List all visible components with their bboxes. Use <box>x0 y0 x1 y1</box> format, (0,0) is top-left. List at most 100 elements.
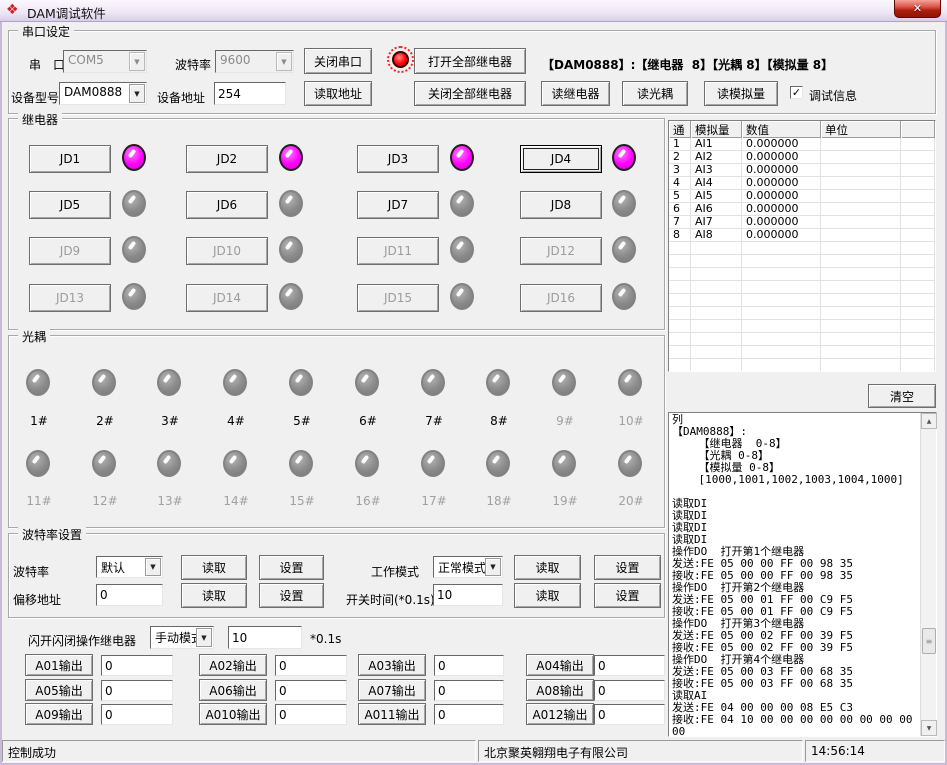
output-input-a05[interactable] <box>101 680 173 701</box>
scrollbar-thumb[interactable]: ≡ <box>922 628 936 654</box>
baud-set-select[interactable]: 默认 ▼ <box>96 556 163 578</box>
device-address-input[interactable] <box>214 82 286 105</box>
status-message: 控制成功 <box>2 740 476 762</box>
opto-label-2: 2# <box>85 414 125 428</box>
output-button-a05[interactable]: A05输出 <box>25 679 93 701</box>
analog-table[interactable]: 通 模拟量 数值 单位 1AI10.000000 2AI20.000000 3A… <box>668 120 936 372</box>
output-button-a011[interactable]: A011输出 <box>358 703 426 725</box>
switchtime-set-button[interactable]: 设置 <box>594 583 661 608</box>
relay-button-jd10[interactable]: JD10 <box>186 237 268 265</box>
output-input-a011[interactable] <box>434 704 504 725</box>
log-scrollbar[interactable]: ▲ ≡ ▼ <box>920 413 936 736</box>
relay-button-jd7[interactable]: JD7 <box>357 191 439 219</box>
flash-time-input[interactable] <box>228 626 302 649</box>
switch-time-input[interactable] <box>433 584 503 606</box>
output-button-a07[interactable]: A07输出 <box>358 679 426 701</box>
scroll-up-icon[interactable]: ▲ <box>921 413 937 429</box>
relay-button-jd9[interactable]: JD9 <box>29 237 111 265</box>
serial-group-title: 串口设定 <box>18 23 74 40</box>
output-input-a08[interactable] <box>594 680 665 701</box>
switchtime-read-button[interactable]: 读取 <box>514 583 581 608</box>
opto-label-3: 3# <box>150 414 190 428</box>
relay-led-jd6 <box>279 190 303 217</box>
workmode-read-button[interactable]: 读取 <box>514 555 581 580</box>
output-input-a012[interactable] <box>594 704 665 725</box>
relay-button-jd4[interactable]: JD4 <box>520 145 602 173</box>
relay-button-jd6[interactable]: JD6 <box>186 191 268 219</box>
table-row: 1AI10.000000 <box>669 138 935 151</box>
clear-log-button[interactable]: 清空 <box>868 384 936 408</box>
baud-set-label: 波特率 <box>13 563 49 580</box>
output-input-a010[interactable] <box>275 704 347 725</box>
relay-button-jd8[interactable]: JD8 <box>520 191 602 219</box>
read-analog-button[interactable]: 读模拟量 <box>704 81 778 106</box>
table-row-empty <box>669 255 935 268</box>
output-button-a02[interactable]: A02输出 <box>199 654 267 676</box>
output-button-a09[interactable]: A09输出 <box>25 703 93 725</box>
device-model-select[interactable]: DAM0888 ▼ <box>59 82 147 105</box>
output-input-a09[interactable] <box>101 704 173 725</box>
output-input-a06[interactable] <box>275 680 347 701</box>
opto-led-8 <box>486 369 510 396</box>
table-header: 通 模拟量 数值 单位 <box>669 121 935 138</box>
read-opto-button[interactable]: 读光耦 <box>622 81 688 106</box>
read-relays-button[interactable]: 读继电器 <box>541 81 610 106</box>
relay-button-jd1[interactable]: JD1 <box>29 145 111 173</box>
output-button-a08[interactable]: A08输出 <box>526 679 594 701</box>
output-input-a07[interactable] <box>434 680 504 701</box>
offset-address-input[interactable] <box>96 584 163 606</box>
device-address-label: 设备地址 <box>157 89 205 106</box>
device-model-label: 设备型号 <box>11 89 59 106</box>
output-input-a01[interactable] <box>101 655 173 676</box>
offset-read-button[interactable]: 读取 <box>181 583 247 608</box>
baud-set-button[interactable]: 设置 <box>259 555 324 580</box>
check-icon: ✓ <box>791 87 802 98</box>
close-serial-button[interactable]: 关闭串口 <box>304 48 372 74</box>
offset-set-button[interactable]: 设置 <box>259 583 324 608</box>
output-button-a01[interactable]: A01输出 <box>25 654 93 676</box>
flash-mode-select[interactable]: 手动模式 ▼ <box>150 626 214 649</box>
serial-status-led <box>392 51 409 68</box>
relay-button-jd15[interactable]: JD15 <box>357 284 439 312</box>
output-input-a04[interactable] <box>594 655 665 676</box>
output-input-a03[interactable] <box>434 655 504 676</box>
output-button-a06[interactable]: A06输出 <box>199 679 267 701</box>
table-row: 5AI50.000000 <box>669 190 935 203</box>
relay-button-jd5[interactable]: JD5 <box>29 191 111 219</box>
output-button-a04[interactable]: A04输出 <box>526 654 594 676</box>
relay-led-jd13 <box>122 283 146 310</box>
table-row: 4AI40.000000 <box>669 177 935 190</box>
close-all-relays-button[interactable]: 关闭全部继电器 <box>414 81 526 106</box>
serial-settings-group: 串口设定 串 口 COM5 ▼ 波特率 9600 ▼ 关闭串口 打开全部继电器 … <box>8 30 936 114</box>
workmode-select[interactable]: 正常模式 ▼ <box>433 556 503 578</box>
status-time: 14:56:14 <box>805 740 945 762</box>
table-row: 2AI20.000000 <box>669 151 935 164</box>
open-all-relays-button[interactable]: 打开全部继电器 <box>414 48 526 74</box>
chevron-down-icon: ▼ <box>145 558 161 576</box>
opto-led-12 <box>92 450 116 477</box>
relay-button-jd16[interactable]: JD16 <box>520 284 602 312</box>
relay-button-jd14[interactable]: JD14 <box>186 284 268 312</box>
relay-button-jd3[interactable]: JD3 <box>357 145 439 173</box>
opto-led-7 <box>421 369 445 396</box>
workmode-set-button[interactable]: 设置 <box>594 555 661 580</box>
read-address-button[interactable]: 读取地址 <box>304 81 372 106</box>
debug-info-checkbox[interactable]: ✓ <box>790 86 803 99</box>
output-input-a02[interactable] <box>275 655 347 676</box>
relay-led-jd5 <box>122 190 146 217</box>
relay-button-jd13[interactable]: JD13 <box>29 284 111 312</box>
opto-led-14 <box>223 450 247 477</box>
opto-label-19: 19# <box>545 494 585 508</box>
relay-button-jd12[interactable]: JD12 <box>520 237 602 265</box>
close-button[interactable]: ✕ <box>894 0 941 18</box>
scroll-down-icon[interactable]: ▼ <box>921 720 937 736</box>
output-button-a010[interactable]: A010输出 <box>199 703 267 725</box>
opto-led-3 <box>157 369 181 396</box>
output-button-a012[interactable]: A012输出 <box>526 703 594 725</box>
output-button-a03[interactable]: A03输出 <box>358 654 426 676</box>
debug-log-text[interactable]: 列 【DAM0888】: 【继电器 0-8】 【光耦 0-8】 【模拟量 0-8… <box>672 414 919 735</box>
relay-button-jd2[interactable]: JD2 <box>186 145 268 173</box>
baud-read-button[interactable]: 读取 <box>181 555 247 580</box>
relay-button-jd11[interactable]: JD11 <box>357 237 439 265</box>
opto-label-11: 11# <box>19 494 59 508</box>
